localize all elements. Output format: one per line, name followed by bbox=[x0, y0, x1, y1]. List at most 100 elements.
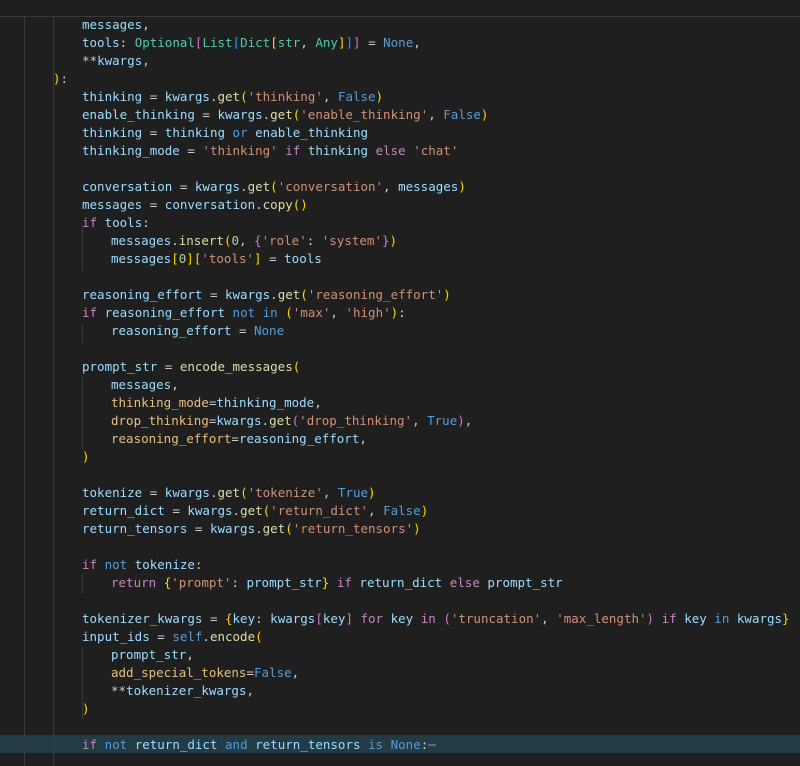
code-line[interactable] bbox=[24, 268, 800, 286]
code-line[interactable]: add_special_tokens=False, bbox=[111, 664, 800, 682]
code-token: messages bbox=[82, 197, 143, 212]
code-line[interactable] bbox=[24, 592, 800, 610]
code-line[interactable]: thinking_mode = 'thinking' if thinking e… bbox=[82, 142, 800, 160]
indent-guide bbox=[24, 0, 25, 766]
code-line[interactable]: return_tensors = kwargs.get('return_tens… bbox=[82, 520, 800, 538]
code-line[interactable] bbox=[24, 538, 800, 556]
code-token: , bbox=[300, 35, 316, 50]
code-line[interactable]: messages, bbox=[111, 376, 800, 394]
code-line[interactable]: **tokenizer_kwargs, bbox=[111, 682, 800, 700]
code-token: = bbox=[202, 611, 225, 626]
code-line[interactable]: reasoning_effort=reasoning_effort, bbox=[111, 430, 800, 448]
code-token: Any bbox=[315, 35, 338, 50]
code-line[interactable]: return {'prompt': prompt_str} if return_… bbox=[111, 574, 800, 592]
code-line[interactable]: if not tokenize: bbox=[82, 556, 800, 574]
code-token: messages bbox=[111, 251, 172, 266]
code-line[interactable] bbox=[24, 466, 800, 484]
code-line[interactable]: input_ids = self.encode( bbox=[82, 628, 800, 646]
code-token: not in bbox=[232, 305, 278, 320]
code-token: kwargs bbox=[194, 179, 241, 194]
code-token: else bbox=[449, 575, 480, 590]
code-line[interactable]: tokenize = kwargs.get('tokenize', True) bbox=[82, 484, 800, 502]
code-token: None bbox=[254, 323, 285, 338]
code-token: { bbox=[254, 233, 262, 248]
code-token: . bbox=[261, 413, 270, 428]
code-line[interactable]: ) bbox=[82, 448, 800, 466]
code-line[interactable]: tokenizer_kwargs = {key: kwargs[key] for… bbox=[82, 610, 800, 628]
code-line[interactable]: prompt_str, bbox=[111, 646, 800, 664]
code-token: = bbox=[231, 323, 254, 338]
code-line[interactable]: messages, bbox=[82, 16, 800, 34]
code-line[interactable]: tools: Optional[List[Dict[str, Any]]] = … bbox=[82, 34, 800, 52]
code-token: encode bbox=[209, 629, 256, 644]
code-token: ) bbox=[375, 89, 384, 104]
code-token: ) bbox=[646, 611, 655, 626]
code-token: = bbox=[142, 125, 165, 140]
code-line[interactable] bbox=[24, 718, 800, 736]
code-token: : bbox=[255, 611, 271, 626]
code-token: key bbox=[390, 611, 414, 626]
code-line[interactable]: reasoning_effort = None bbox=[111, 322, 800, 340]
code-token: if bbox=[82, 215, 98, 230]
code-token: [ bbox=[270, 35, 278, 50]
code-token: ] bbox=[353, 35, 361, 50]
code-line[interactable]: conversation = kwargs.get('conversation'… bbox=[82, 178, 800, 196]
code-token: , bbox=[186, 647, 194, 662]
code-token: tokenizer_kwargs bbox=[126, 683, 247, 698]
code-token: ) bbox=[389, 233, 398, 248]
code-line[interactable]: **kwargs, bbox=[82, 52, 800, 70]
code-line[interactable]: prompt_str = encode_messages( bbox=[82, 358, 800, 376]
code-line[interactable]: if reasoning_effort not in ('max', 'high… bbox=[82, 304, 800, 322]
code-token: drop_thinking bbox=[111, 413, 209, 428]
code-line[interactable]: messages[0]['tools'] = tools bbox=[111, 250, 800, 268]
code-token: or bbox=[232, 125, 248, 140]
code-token: = bbox=[149, 629, 173, 644]
code-token: . bbox=[240, 179, 248, 194]
code-line[interactable]: return_dict = kwargs.get('return_dict', … bbox=[82, 502, 800, 520]
code-line[interactable]: messages.insert(0, {'role': 'system'}) bbox=[111, 232, 800, 250]
code-token: , bbox=[322, 89, 338, 104]
code-token: = bbox=[261, 251, 285, 266]
indent-guide bbox=[53, 16, 54, 766]
code-line[interactable] bbox=[24, 160, 800, 178]
code-editor[interactable]: def apply_chat_template(messages,tools: … bbox=[0, 0, 800, 766]
code-token: , bbox=[330, 305, 346, 320]
code-token: ( bbox=[285, 305, 293, 320]
code-line[interactable]: if tools: bbox=[82, 214, 800, 232]
code-line[interactable]: if not return_dict and return_tensors is… bbox=[82, 736, 800, 754]
code-token: ) bbox=[457, 413, 465, 428]
code-line[interactable]: messages = conversation.copy() bbox=[82, 196, 800, 214]
code-token: not bbox=[104, 737, 128, 752]
folded-region-ellipsis-icon[interactable]: ⋯ bbox=[428, 737, 436, 752]
code-line[interactable]: drop_thinking=kwargs.get('drop_thinking'… bbox=[111, 412, 800, 430]
code-token: ) bbox=[368, 485, 376, 500]
code-token: thinking bbox=[164, 125, 226, 140]
code-line[interactable]: thinking_mode=thinking_mode, bbox=[111, 394, 800, 412]
code-token: 'chat' bbox=[413, 143, 459, 158]
code-line[interactable]: thinking = thinking or enable_thinking bbox=[82, 124, 800, 142]
code-token: if bbox=[82, 557, 98, 572]
code-token: if bbox=[336, 575, 352, 590]
code-token: : bbox=[142, 215, 150, 230]
sticky-scroll-header[interactable] bbox=[0, 0, 800, 17]
code-line[interactable]: ): bbox=[53, 70, 800, 88]
code-line[interactable]: enable_thinking = kwargs.get('enable_thi… bbox=[82, 106, 800, 124]
code-line[interactable]: thinking = kwargs.get('thinking', False) bbox=[82, 88, 800, 106]
code-token: ( bbox=[240, 89, 248, 104]
code-token: kwargs bbox=[187, 503, 233, 518]
code-line[interactable] bbox=[24, 340, 800, 358]
code-token: in bbox=[420, 611, 436, 626]
code-token: insert bbox=[178, 233, 224, 248]
code-token: 'thinking' bbox=[202, 143, 278, 158]
code-token: ** bbox=[82, 53, 98, 68]
code-token: reasoning_effort bbox=[82, 287, 203, 302]
code-line[interactable]: reasoning_effort = kwargs.get('reasoning… bbox=[82, 286, 800, 304]
code-line[interactable]: ) bbox=[82, 700, 800, 718]
